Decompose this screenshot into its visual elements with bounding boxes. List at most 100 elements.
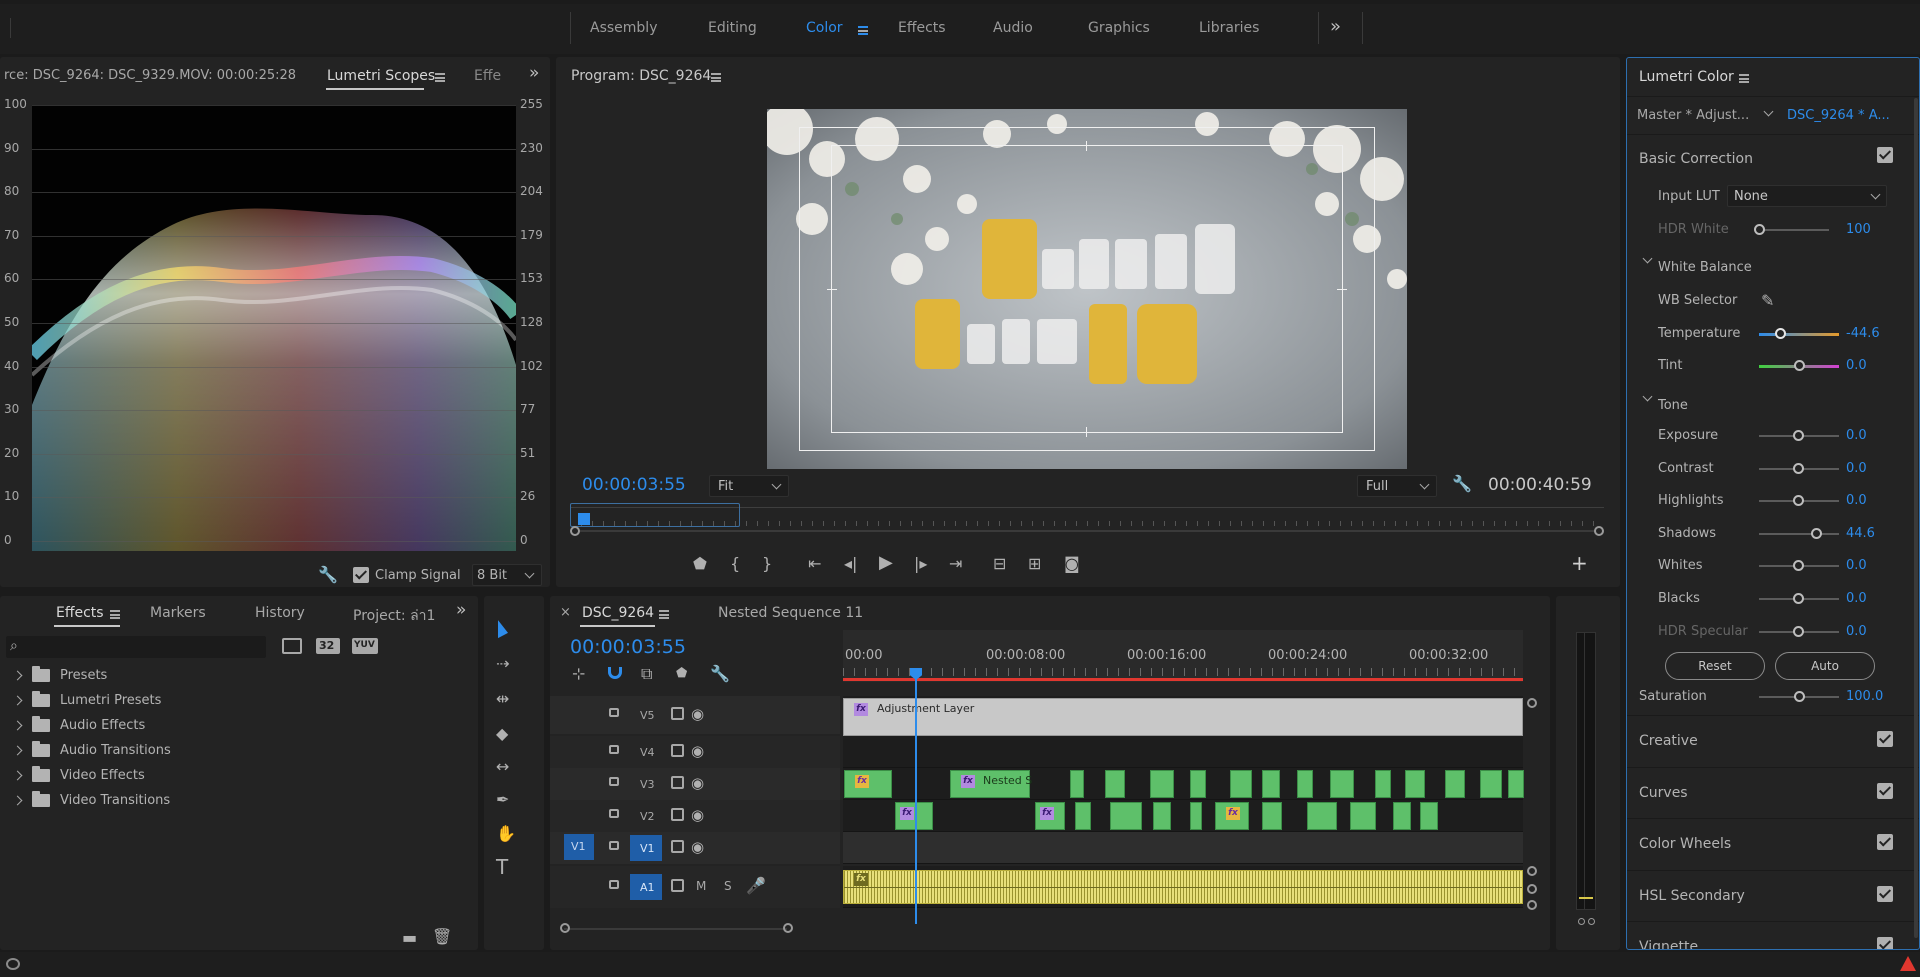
lock-icon[interactable] — [609, 841, 619, 850]
zoom-handle-right[interactable] — [1594, 526, 1604, 536]
tab-effects[interactable]: Effects — [56, 605, 104, 621]
eye-icon[interactable]: ◉ — [691, 706, 704, 722]
tone-slider-knob[interactable] — [1793, 625, 1804, 637]
nest-sequence-icon[interactable]: ⊹ — [572, 666, 585, 682]
vertical-scroll-handle[interactable] — [1527, 866, 1537, 876]
chevron-right-icon[interactable] — [12, 770, 23, 781]
tab-lumetri-scopes[interactable]: Lumetri Scopes — [327, 68, 435, 84]
timeline-settings-wrench-icon[interactable]: 🔧 — [710, 666, 730, 682]
chevron-down-icon[interactable] — [1642, 253, 1653, 264]
lock-icon[interactable] — [609, 745, 619, 754]
section-creative[interactable]: Creative — [1627, 715, 1919, 766]
type-tool-icon[interactable]: T — [496, 857, 508, 877]
lock-icon[interactable] — [609, 809, 619, 818]
track-select-tool-icon[interactable]: ⇢ — [496, 656, 509, 672]
tone-value[interactable]: 0.0 — [1846, 493, 1867, 508]
tone-value[interactable]: 0.0 — [1846, 558, 1867, 573]
hand-tool-icon[interactable]: ✋ — [496, 826, 516, 842]
tone-slider-knob[interactable] — [1793, 430, 1804, 441]
workspace-tab-graphics[interactable]: Graphics — [1088, 20, 1150, 36]
active-clip-tab[interactable]: DSC_9264 * A... — [1787, 108, 1890, 123]
basic-correction-header[interactable]: Basic Correction — [1639, 151, 1753, 167]
tone-slider-knob[interactable] — [1793, 560, 1804, 572]
temperature-slider-knob[interactable] — [1775, 328, 1786, 339]
tone-header[interactable]: Tone — [1658, 398, 1688, 413]
sync-lock-icon[interactable] — [671, 707, 684, 720]
microphone-icon[interactable]: 🎤 — [746, 878, 766, 894]
program-monitor-title[interactable]: Program: DSC_9264 — [571, 68, 711, 84]
tone-value[interactable]: 0.0 — [1846, 428, 1867, 443]
playback-resolution-dropdown[interactable]: Full — [1357, 475, 1437, 497]
hdr-white-value[interactable]: 100 — [1846, 222, 1871, 237]
section-checkbox[interactable] — [1877, 782, 1893, 799]
chevron-down-icon[interactable] — [1763, 106, 1774, 117]
effects-search-input[interactable]: ⌕ — [6, 636, 266, 658]
master-clip-tab[interactable]: Master * Adjust... — [1637, 108, 1749, 123]
vertical-scrollbar[interactable] — [1914, 98, 1918, 938]
step-forward-icon[interactable]: |▸ — [914, 556, 927, 572]
snap-magnet-icon[interactable] — [608, 667, 622, 679]
program-timecode[interactable]: 00:00:03:55 — [582, 475, 686, 495]
sync-lock-icon[interactable] — [671, 879, 684, 892]
tree-item-audio-transitions[interactable]: Audio Transitions — [10, 741, 470, 761]
v3-clip[interactable] — [1445, 770, 1465, 798]
white-balance-header[interactable]: White Balance — [1658, 260, 1752, 275]
tone-slider-knob[interactable] — [1810, 527, 1822, 539]
lock-icon[interactable] — [609, 777, 619, 786]
32-bit-effects-icon[interactable]: 32 — [316, 638, 340, 654]
slip-tool-icon[interactable]: ↔ — [496, 759, 509, 775]
v2-clip[interactable] — [1393, 802, 1411, 830]
track-target-v1[interactable]: V1 — [630, 835, 662, 861]
a1-audio-clip[interactable]: fx — [843, 870, 1523, 904]
new-bin-icon[interactable]: ▬ — [402, 930, 417, 946]
video-preview[interactable] — [767, 109, 1407, 469]
v3-clip[interactable] — [1105, 770, 1125, 798]
mark-in-icon[interactable]: { — [730, 556, 740, 572]
tint-value[interactable]: 0.0 — [1846, 358, 1867, 373]
v3-clip[interactable] — [1070, 770, 1084, 798]
tab-overflow-icon[interactable]: » — [456, 600, 466, 620]
timeline-timecode[interactable]: 00:00:03:55 — [570, 636, 686, 658]
timeline-ruler[interactable]: 00:00 00:00:08:00 00:00:16:00 00:00:24:00 00… — [843, 630, 1523, 682]
basic-correction-checkbox[interactable] — [1877, 147, 1893, 163]
bit-depth-dropdown[interactable]: 8 Bit — [472, 564, 542, 586]
tone-slider-knob[interactable] — [1793, 495, 1804, 507]
eye-icon[interactable]: ◉ — [691, 743, 704, 759]
auto-button[interactable]: Auto — [1775, 652, 1875, 680]
accelerated-effects-icon[interactable] — [282, 638, 302, 654]
tree-item-video-effects[interactable]: Video Effects — [10, 766, 470, 786]
v3-clip[interactable] — [1375, 770, 1391, 798]
tab-effects-controls[interactable]: Effe — [474, 68, 501, 84]
pen-tool-icon[interactable]: ✒ — [496, 792, 509, 808]
workspace-tab-color[interactable]: Color — [806, 20, 843, 36]
v2-clip[interactable] — [1153, 802, 1171, 830]
eye-icon[interactable]: ◉ — [691, 775, 704, 791]
mute-button[interactable]: M — [696, 879, 706, 893]
tab-sequence-dsc-9264[interactable]: DSC_9264 — [582, 605, 654, 621]
vertical-scroll-handle[interactable] — [1527, 900, 1537, 910]
linked-selection-icon[interactable]: ⧉ — [641, 666, 652, 682]
tab-nested-sequence-11[interactable]: Nested Sequence 11 — [718, 605, 863, 621]
sync-lock-icon[interactable] — [671, 744, 684, 757]
chevron-right-icon[interactable] — [12, 745, 23, 756]
hdr-white-slider[interactable] — [1759, 229, 1829, 231]
export-frame-camera-icon[interactable]: ◙ — [1064, 556, 1080, 572]
panel-menu-icon[interactable] — [1739, 74, 1749, 83]
tone-slider[interactable] — [1759, 532, 1839, 535]
track-target-a1[interactable]: A1 — [630, 874, 662, 900]
panel-menu-icon[interactable] — [659, 610, 669, 619]
go-to-out-icon[interactable]: ⇥ — [949, 556, 962, 572]
program-timeline-ruler[interactable] — [570, 503, 1604, 536]
v3-clip[interactable] — [1230, 770, 1252, 798]
workspace-tab-effects[interactable]: Effects — [898, 20, 946, 36]
section-vignette[interactable]: Vignette — [1627, 921, 1919, 949]
yuv-effects-icon[interactable]: YUV — [352, 638, 378, 654]
vertical-scroll-handle[interactable] — [1527, 698, 1537, 708]
workspace-tab-libraries[interactable]: Libraries — [1199, 20, 1259, 36]
tree-item-audio-effects[interactable]: Audio Effects — [10, 716, 470, 736]
track-target-v2[interactable]: V2 — [630, 803, 662, 829]
v3-clip[interactable]: fx Nested S — [950, 770, 1032, 798]
lock-icon[interactable] — [609, 880, 619, 889]
header-scrollbar[interactable] — [564, 928, 787, 930]
panel-menu-icon[interactable] — [110, 610, 120, 619]
